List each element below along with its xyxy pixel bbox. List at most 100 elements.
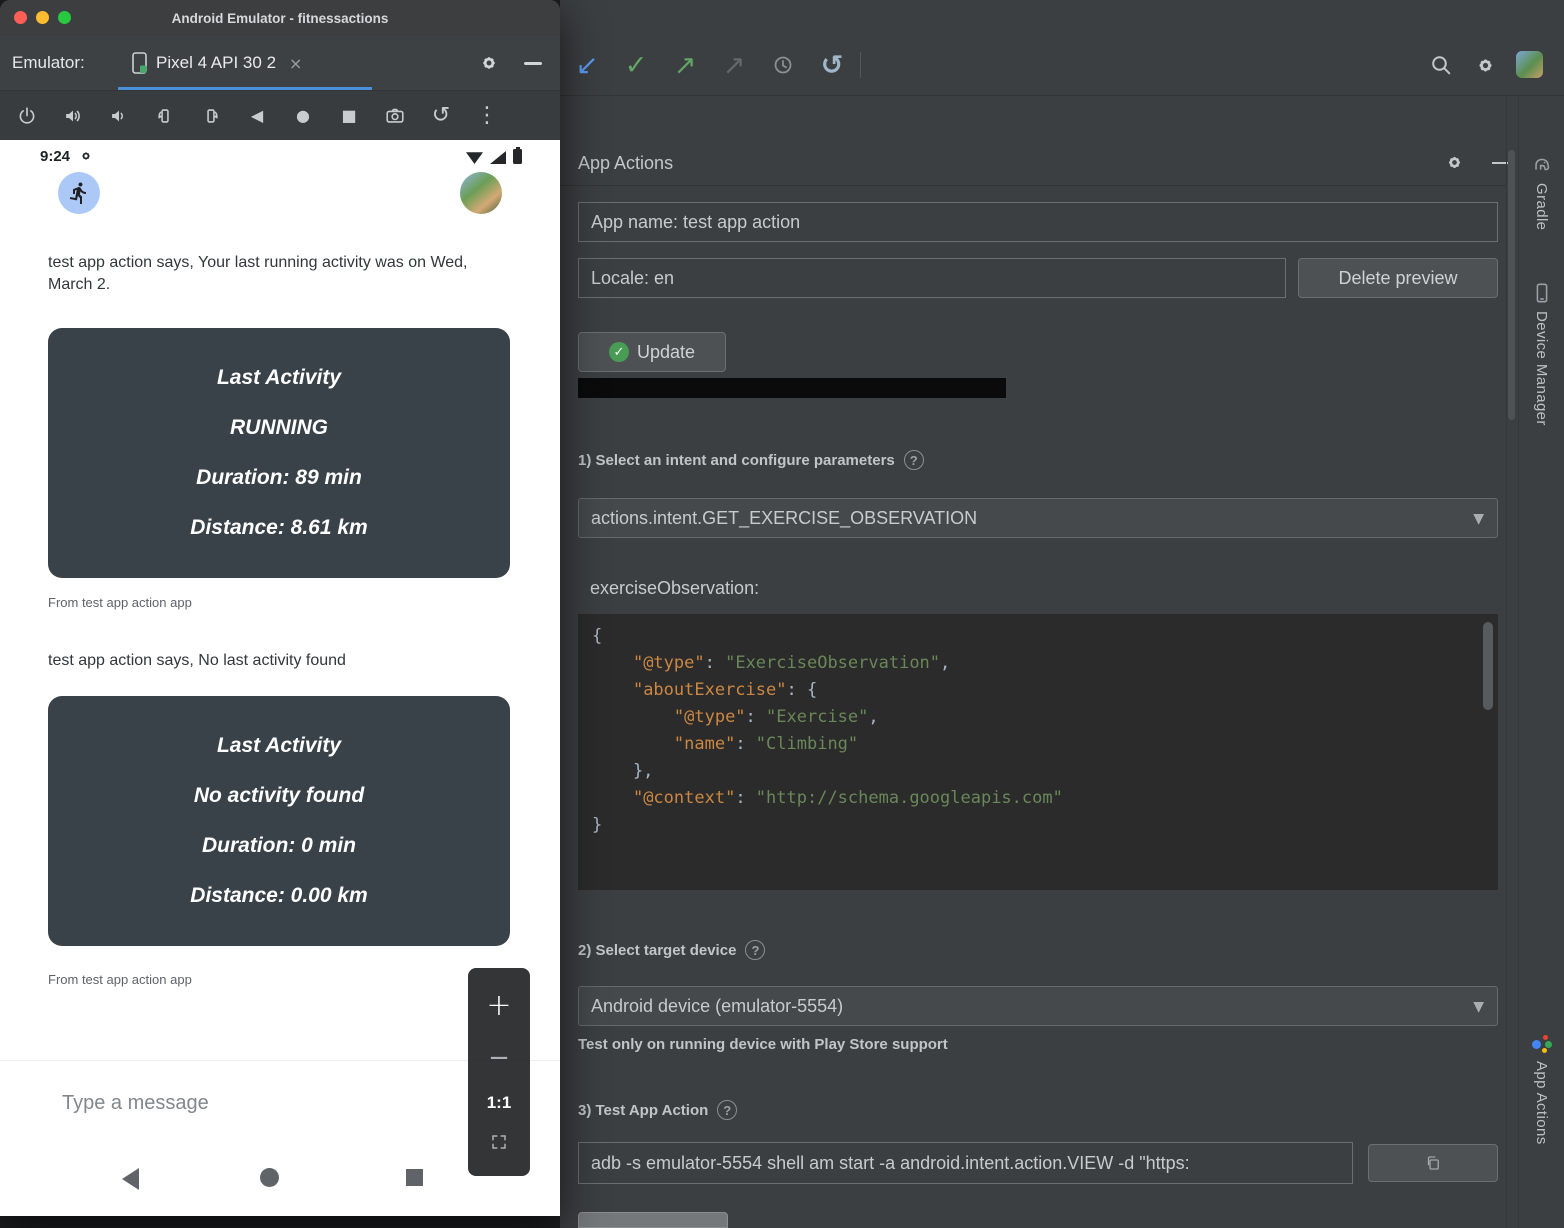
volume-down-icon[interactable]	[106, 103, 132, 129]
assistant-message: test app action says, Your last running …	[48, 252, 488, 297]
status-icons	[466, 149, 522, 164]
update-button-label: Update	[637, 342, 695, 363]
zoom-controls: + − 1:1	[468, 968, 530, 1176]
arrow-up-right-icon[interactable]: ↗	[666, 46, 704, 84]
profile-avatar[interactable]	[1516, 51, 1543, 78]
emulator-gear-icon[interactable]	[478, 52, 500, 79]
tab-device-manager[interactable]: Device Manager	[1519, 282, 1564, 426]
help-icon[interactable]: ?	[904, 450, 924, 470]
card-caption: From test app action app	[48, 972, 192, 987]
section-device-label: 2) Select target device ?	[578, 940, 765, 960]
intent-dropdown-value: actions.intent.GET_EXERCISE_OBSERVATION	[591, 508, 977, 529]
home-icon[interactable]: ●	[290, 103, 316, 129]
nav-home-icon[interactable]	[260, 1168, 279, 1187]
panel-gear-icon[interactable]	[1444, 152, 1465, 178]
device-manager-icon	[1531, 282, 1553, 304]
section-device-text: 2) Select target device	[578, 942, 736, 959]
undo-icon[interactable]: ↺	[813, 46, 851, 84]
signal-icon	[490, 151, 506, 164]
section-intent-label: 1) Select an intent and configure parame…	[578, 450, 924, 470]
panel-scrollbar[interactable]	[1508, 150, 1515, 420]
emulator-label: Emulator:	[12, 53, 85, 73]
minimize-button[interactable]	[36, 11, 49, 24]
code-scrollbar[interactable]	[1483, 622, 1493, 710]
tab-close-icon[interactable]: ×	[289, 54, 302, 73]
activity-card: Last Activity No activity found Duration…	[48, 696, 510, 946]
tab-gradle[interactable]: Gradle	[1519, 154, 1564, 230]
emulator-toolbar: Emulator: Pixel 4 API 30 2 ×	[0, 36, 560, 90]
toolbar-separator	[860, 52, 861, 78]
help-icon[interactable]: ?	[717, 1100, 737, 1120]
device-dropdown[interactable]: Android device (emulator-5554) ▼	[578, 986, 1498, 1026]
android-studio-pane: ↙ ✓ ↗ ↗ ↺ App Actions	[560, 0, 1564, 1228]
card-line: Distance: 0.00 km	[190, 884, 367, 908]
fit-screen-icon[interactable]	[490, 1133, 508, 1156]
runner-icon	[67, 181, 91, 205]
back-icon[interactable]: ◀	[244, 103, 270, 129]
zoom-button[interactable]	[58, 11, 71, 24]
device-dropdown-value: Android device (emulator-5554)	[591, 996, 843, 1017]
assistant-avatar	[58, 172, 100, 214]
emulator-window: Android Emulator - fitnessactions Emulat…	[0, 0, 560, 1216]
partial-bottom-button[interactable]	[578, 1212, 728, 1228]
emulator-minimize-icon[interactable]	[524, 62, 542, 65]
code-editor[interactable]: { "@type": "ExerciseObservation", "about…	[578, 614, 1498, 890]
gear-icon[interactable]	[1470, 50, 1500, 80]
section-test-label: 3) Test App Action ?	[578, 1100, 737, 1120]
card-line: Last Activity	[217, 366, 341, 390]
gradle-elephant-icon	[1531, 154, 1553, 176]
rotate-left-icon[interactable]	[152, 103, 178, 129]
panel-title: App Actions	[578, 140, 673, 186]
clock-icon[interactable]	[764, 46, 802, 84]
arrow-down-left-icon[interactable]: ↙	[568, 46, 606, 84]
chevron-down-icon: ▼	[1473, 511, 1484, 527]
card-line: Duration: 0 min	[202, 834, 356, 858]
tab-app-actions[interactable]: App Actions	[1519, 1034, 1564, 1145]
tab-device-manager-label: Device Manager	[1533, 311, 1550, 426]
nav-back-icon[interactable]	[122, 1168, 139, 1190]
check-icon[interactable]: ✓	[617, 46, 655, 84]
zoom-in-button[interactable]: +	[486, 988, 511, 1023]
tab-active-underline	[118, 87, 372, 90]
phone-screen: 9:24 test app action says, Your last run…	[0, 140, 560, 1216]
code-editor-lines: { "@type": "ExerciseObservation", "about…	[592, 623, 1498, 839]
locale-field[interactable]: Locale: en	[578, 258, 1286, 298]
copy-command-button[interactable]	[1368, 1144, 1498, 1182]
activity-card: Last Activity RUNNING Duration: 89 min D…	[48, 328, 510, 578]
status-gear-icon	[79, 149, 93, 168]
card-line: Duration: 89 min	[196, 466, 362, 490]
zoom-ratio-button[interactable]: 1:1	[487, 1093, 512, 1113]
adb-command-field[interactable]: adb -s emulator-5554 shell am start -a a…	[578, 1142, 1353, 1184]
search-icon[interactable]	[1426, 50, 1456, 80]
app-name-field[interactable]: App name: test app action	[578, 202, 1498, 242]
section-intent-text: 1) Select an intent and configure parame…	[578, 452, 895, 469]
app-actions-panel-header: App Actions	[560, 140, 1506, 186]
more-options-icon[interactable]: ⋮	[474, 103, 500, 129]
card-line: Distance: 8.61 km	[190, 516, 367, 540]
status-time: 9:24	[40, 148, 70, 165]
delete-preview-button[interactable]: Delete preview	[1298, 258, 1498, 298]
close-button[interactable]	[14, 11, 27, 24]
screenshot-root: ↙ ✓ ↗ ↗ ↺ App Actions	[0, 0, 1564, 1228]
card-line: RUNNING	[230, 416, 328, 440]
intent-dropdown[interactable]: actions.intent.GET_EXERCISE_OBSERVATION …	[578, 498, 1498, 538]
section-test-text: 3) Test App Action	[578, 1102, 708, 1119]
tab-label: Pixel 4 API 30 2	[156, 53, 276, 73]
message-input[interactable]: Type a message	[62, 1092, 209, 1115]
card-line: Last Activity	[217, 734, 341, 758]
wifi-icon	[466, 151, 483, 164]
zoom-out-button[interactable]: −	[488, 1043, 510, 1073]
studio-toolbar: ↙ ✓ ↗ ↗ ↺	[560, 0, 1564, 96]
volume-up-icon[interactable]	[60, 103, 86, 129]
nav-overview-icon[interactable]	[406, 1169, 423, 1186]
snapshot-icon[interactable]: ↺	[428, 103, 454, 129]
overview-icon[interactable]: ■	[336, 103, 362, 129]
card-line: No activity found	[194, 784, 364, 808]
rotate-right-icon[interactable]	[198, 103, 224, 129]
emulator-controls: ◀ ● ■ ↺ ⋮	[0, 90, 560, 140]
power-icon[interactable]	[14, 103, 40, 129]
camera-icon[interactable]	[382, 103, 408, 129]
tab-pixel-4[interactable]: Pixel 4 API 30 2 ×	[118, 36, 372, 90]
update-button[interactable]: ✓ Update	[578, 332, 726, 372]
help-icon[interactable]: ?	[745, 940, 765, 960]
